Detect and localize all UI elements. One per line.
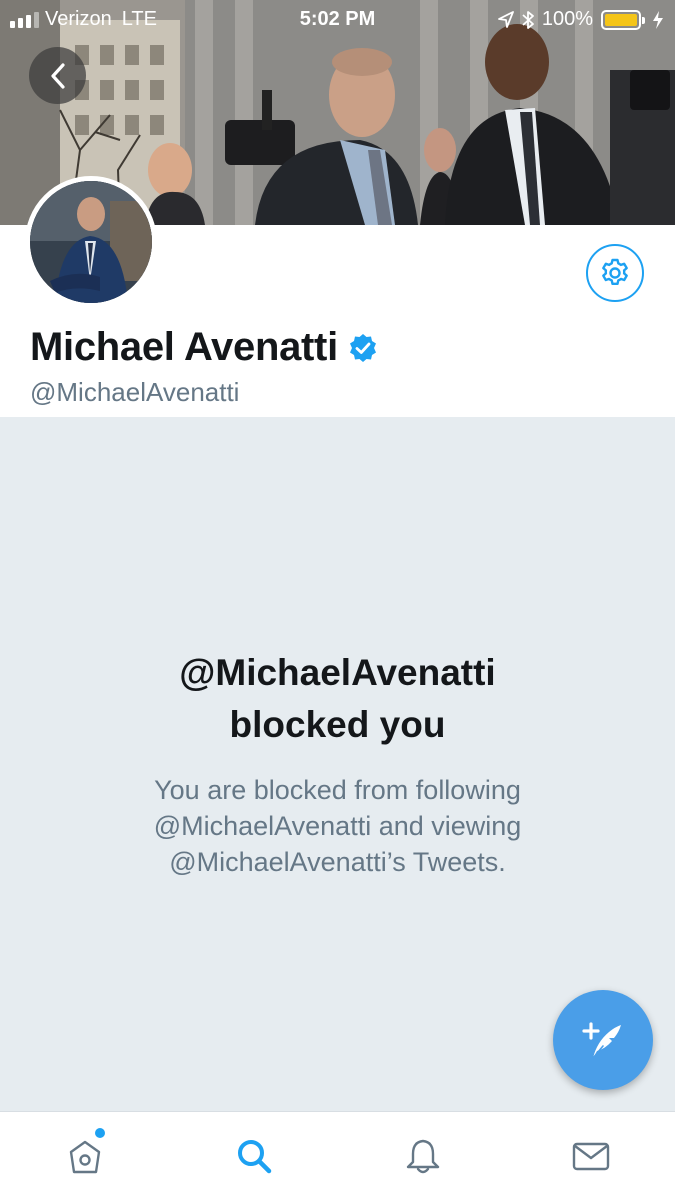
blocked-desc-line1: You are blocked from following bbox=[154, 775, 521, 805]
chevron-left-icon bbox=[50, 62, 65, 89]
compose-tweet-button[interactable] bbox=[553, 990, 653, 1090]
mail-icon bbox=[572, 1142, 610, 1171]
avatar-image bbox=[30, 181, 152, 303]
home-notification-dot bbox=[95, 1128, 105, 1138]
tab-bar bbox=[0, 1111, 675, 1200]
tab-search[interactable] bbox=[232, 1134, 276, 1178]
profile-handle: @MichaelAvenatti bbox=[30, 377, 240, 407]
blocked-desc-line3: @MichaelAvenatti’s Tweets. bbox=[169, 847, 506, 877]
status-bar: Verizon LTE 5:02 PM 100% bbox=[0, 0, 675, 40]
blocked-title: @MichaelAvenatti blocked you bbox=[0, 647, 675, 751]
tab-messages[interactable] bbox=[569, 1134, 613, 1178]
display-name: Michael Avenatti bbox=[30, 325, 338, 369]
blocked-title-line1: @MichaelAvenatti bbox=[179, 652, 496, 693]
blocked-title-line2: blocked you bbox=[229, 704, 446, 745]
blocked-desc-line2: @MichaelAvenatti and viewing bbox=[153, 811, 522, 841]
charging-icon bbox=[653, 10, 663, 29]
verified-badge-icon bbox=[349, 333, 376, 362]
settings-button[interactable] bbox=[586, 244, 644, 302]
bluetooth-icon bbox=[522, 10, 534, 29]
bell-icon bbox=[406, 1139, 440, 1174]
status-bar-right: 100% bbox=[497, 8, 663, 31]
search-icon bbox=[238, 1140, 272, 1174]
tab-home[interactable] bbox=[63, 1134, 107, 1178]
tab-notifications[interactable] bbox=[401, 1134, 445, 1178]
back-button[interactable] bbox=[29, 47, 86, 104]
profile-name-row: Michael Avenatti bbox=[30, 325, 378, 370]
battery-icon bbox=[601, 9, 645, 30]
home-icon bbox=[69, 1140, 101, 1174]
gear-icon bbox=[602, 258, 628, 285]
avatar[interactable] bbox=[25, 176, 157, 308]
blocked-description: You are blocked from following @MichaelA… bbox=[60, 772, 615, 880]
compose-tweet-icon bbox=[582, 1022, 621, 1059]
location-icon bbox=[497, 10, 514, 28]
battery-percent: 100% bbox=[541, 8, 593, 30]
